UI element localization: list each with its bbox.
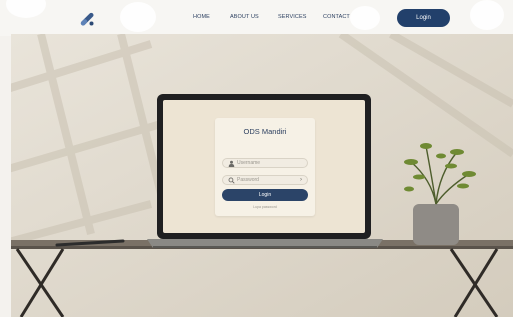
chevron-right-icon[interactable]: › xyxy=(300,176,302,184)
nav-contact[interactable]: CONTACT xyxy=(323,14,350,20)
header-login-button[interactable]: Login xyxy=(397,9,450,27)
nav-home[interactable]: HOME xyxy=(193,14,210,20)
search-icon xyxy=(228,177,235,184)
nav-about-us[interactable]: ABOUT US xyxy=(230,14,259,20)
top-navigation-bar: HOME ABOUT US SERVICES CONTACT Login xyxy=(0,0,513,36)
username-input[interactable] xyxy=(237,159,299,167)
background-cloud xyxy=(470,0,504,30)
user-icon xyxy=(228,160,235,167)
username-field[interactable] xyxy=(222,158,308,168)
background-cloud xyxy=(120,2,156,32)
login-card-title: ODS Mandiri xyxy=(243,127,287,136)
password-input[interactable] xyxy=(237,176,299,184)
forgot-password-link[interactable]: Lupa password xyxy=(215,205,315,209)
brand-logo-icon[interactable] xyxy=(78,10,96,28)
login-card: ODS Mandiri › Login Lupa password xyxy=(215,118,315,216)
password-field[interactable]: › xyxy=(222,175,308,185)
laptop-camera-notch xyxy=(254,94,276,100)
nav-services[interactable]: SERVICES xyxy=(278,14,307,20)
background-cloud xyxy=(350,6,380,30)
card-login-button[interactable]: Login xyxy=(222,189,308,201)
laptop-base-edge xyxy=(153,246,377,248)
background-cloud xyxy=(6,0,46,18)
